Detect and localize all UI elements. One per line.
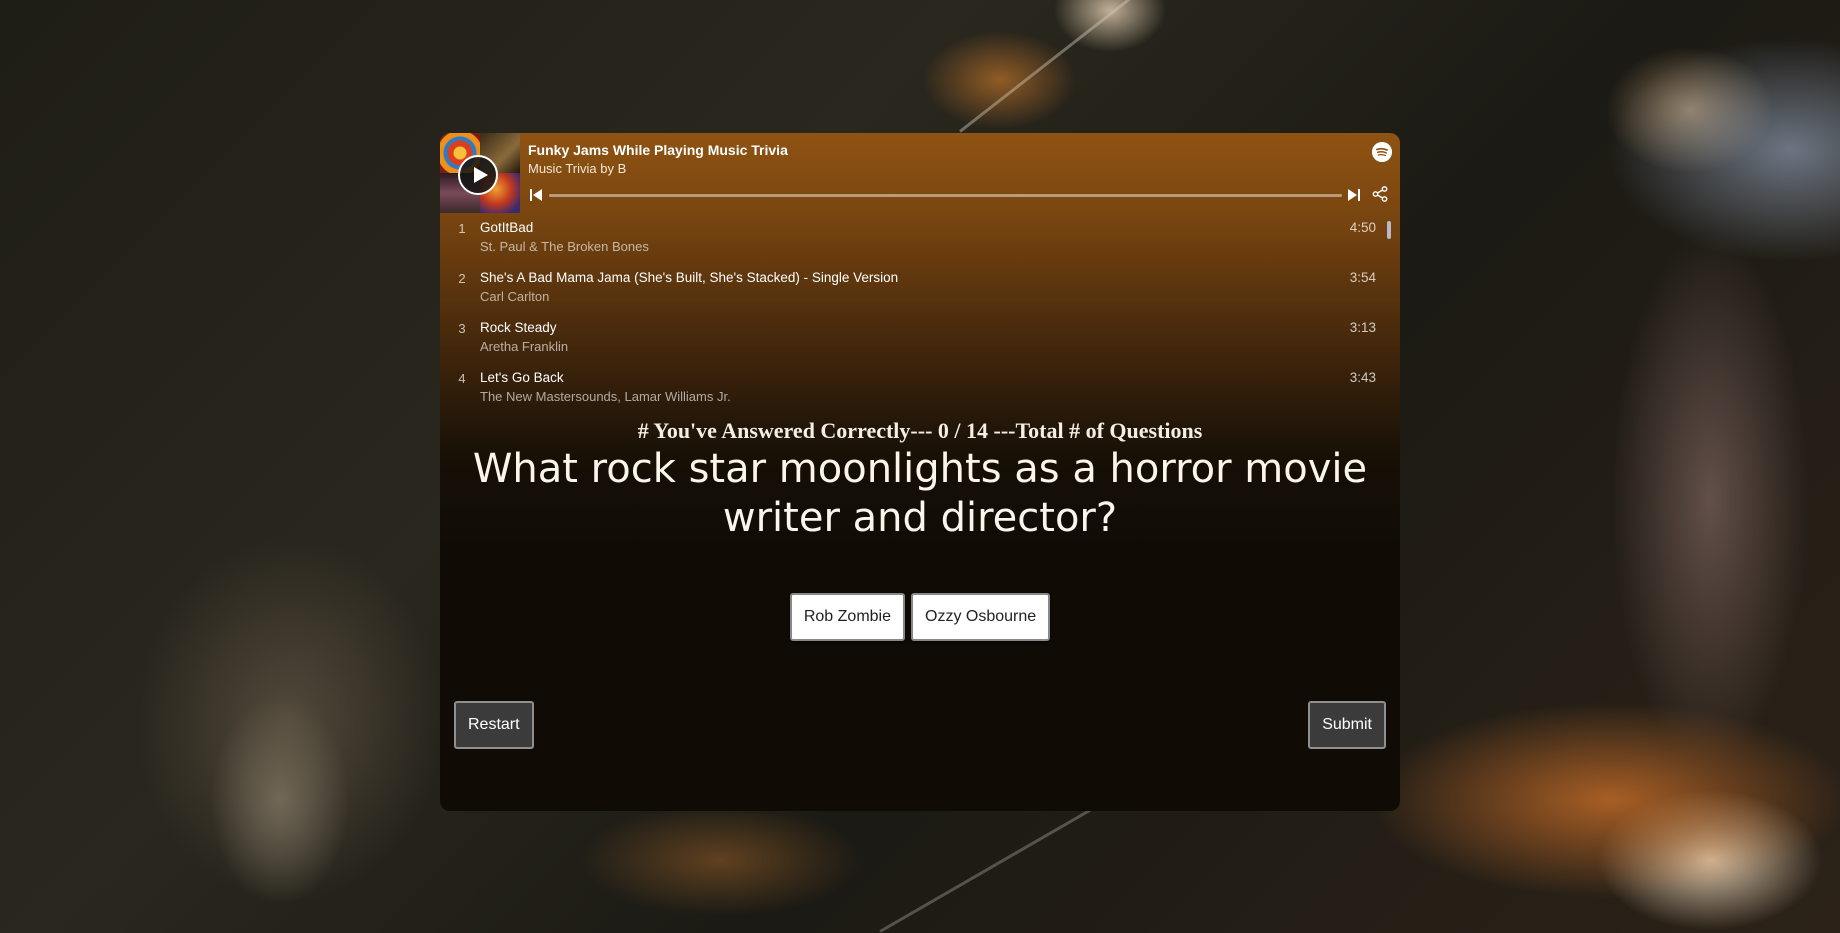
track-duration: 3:43	[1349, 370, 1376, 385]
track-name: GotItBad	[480, 220, 534, 235]
track-number: 1	[458, 221, 466, 236]
spotify-player-header: Funky Jams While Playing Music Trivia Mu…	[440, 133, 1400, 213]
background-string	[959, 0, 1143, 133]
track-duration: 4:50	[1349, 220, 1376, 235]
answer-button-rob-zombie[interactable]: Rob Zombie	[789, 593, 905, 641]
playback-progress-bar[interactable]	[549, 194, 1342, 197]
track-row[interactable]: 4 Let's Go Back The New Mastersounds, La…	[440, 363, 1380, 413]
tracklist: 1 GotItBad St. Paul & The Broken Bones 4…	[440, 213, 1400, 411]
track-row[interactable]: 1 GotItBad St. Paul & The Broken Bones 4…	[440, 213, 1380, 263]
playlist-title[interactable]: Funky Jams While Playing Music Trivia	[528, 142, 788, 158]
share-icon[interactable]	[1372, 186, 1388, 202]
track-artist[interactable]: The New Mastersounds, Lamar Williams Jr.	[480, 389, 731, 404]
track-number: 2	[458, 271, 466, 286]
track-artist[interactable]: Carl Carlton	[480, 289, 549, 304]
restart-button[interactable]: Restart	[454, 701, 534, 749]
track-artist[interactable]: Aretha Franklin	[480, 339, 568, 354]
answer-options: Rob Zombie Ozzy Osbourne	[440, 593, 1400, 641]
tracklist-scrollbar[interactable]	[1387, 221, 1391, 239]
submit-button[interactable]: Submit	[1308, 701, 1386, 749]
track-number: 3	[458, 321, 466, 336]
answer-button-ozzy-osbourne[interactable]: Ozzy Osbourne	[911, 593, 1051, 641]
spotify-icon[interactable]	[1372, 142, 1392, 162]
track-name: Let's Go Back	[480, 370, 564, 385]
track-artist[interactable]: St. Paul & The Broken Bones	[480, 239, 649, 254]
question-text: What rock star moonlights as a horror mo…	[472, 446, 1368, 541]
track-row[interactable]: 2 She's A Bad Mama Jama (She's Built, Sh…	[440, 263, 1380, 313]
previous-track-icon[interactable]	[530, 189, 542, 201]
track-name: She's A Bad Mama Jama (She's Built, She'…	[480, 270, 899, 285]
track-duration: 3:13	[1349, 320, 1376, 335]
playlist-subtitle[interactable]: Music Trivia by B	[528, 161, 626, 176]
trivia-card: Funky Jams While Playing Music Trivia Mu…	[440, 133, 1400, 811]
play-button[interactable]	[458, 155, 498, 195]
track-duration: 3:54	[1349, 270, 1376, 285]
track-name: Rock Steady	[480, 320, 557, 335]
track-row[interactable]: 3 Rock Steady Aretha Franklin 3:13	[440, 313, 1380, 363]
score-counter: # You've Answered Correctly--- 0 / 14 --…	[637, 418, 1203, 443]
play-icon	[474, 167, 488, 183]
next-track-icon[interactable]	[1348, 189, 1360, 201]
track-number: 4	[458, 371, 466, 386]
